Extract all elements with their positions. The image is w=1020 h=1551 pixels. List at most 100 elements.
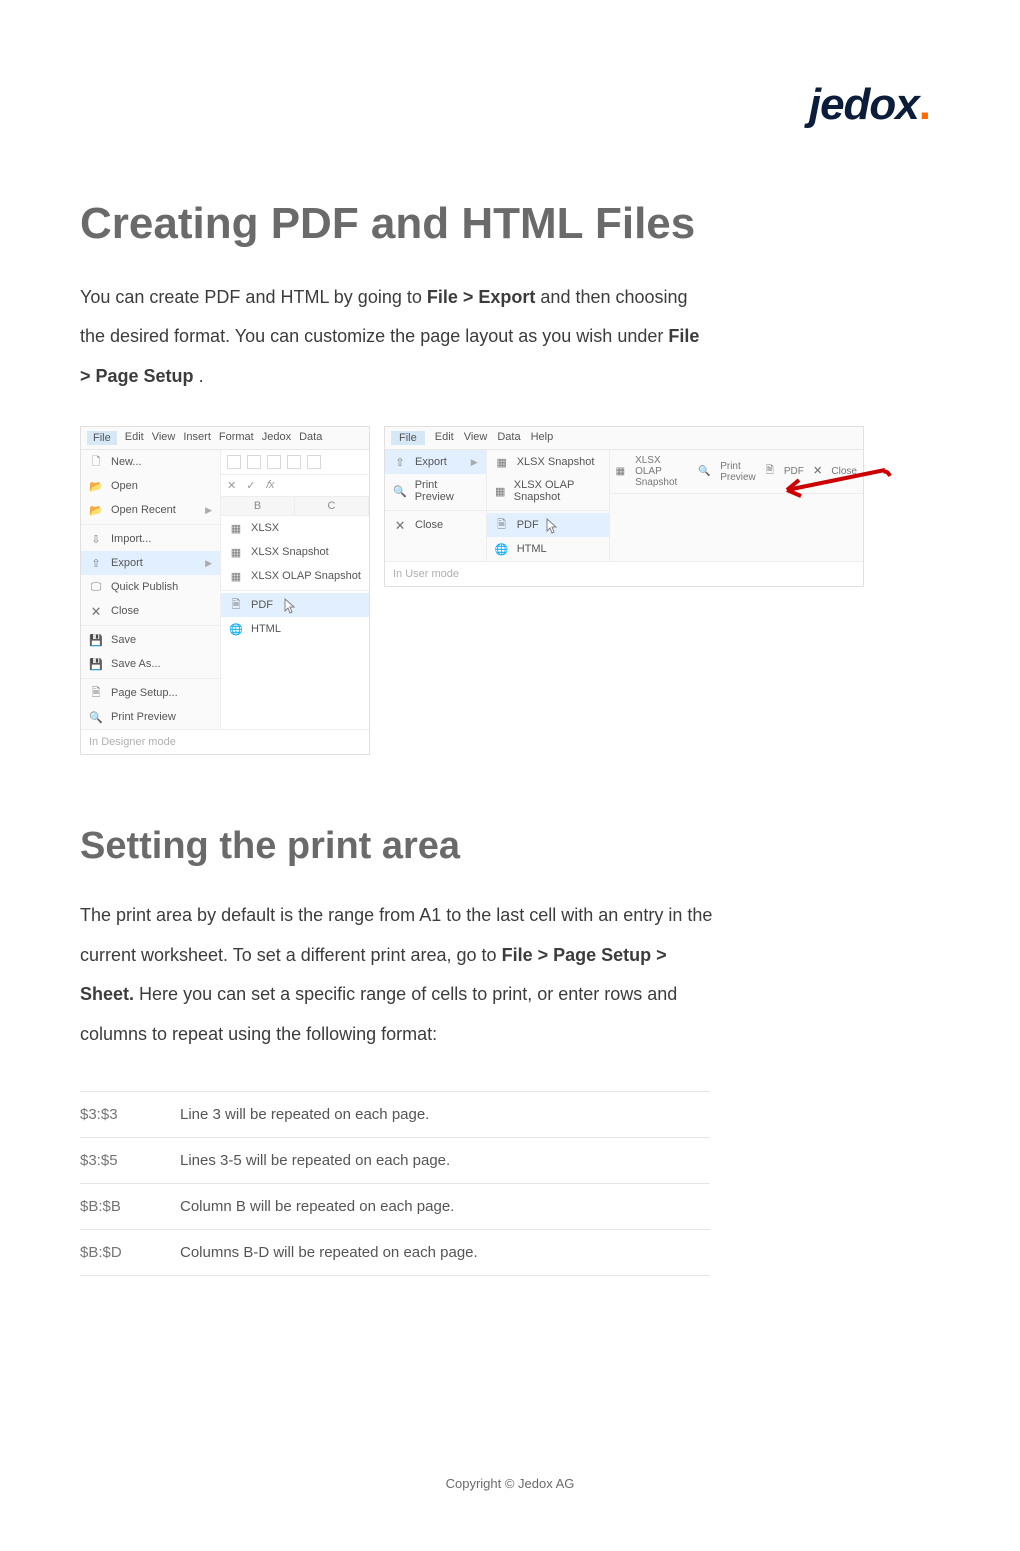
export-xlsx[interactable]: ▦XLSX [221, 516, 369, 540]
user-mode-label: In User mode [385, 561, 863, 586]
fx-accept-icon[interactable]: ✓ [246, 479, 255, 492]
toolbar-btn-1[interactable] [227, 455, 241, 469]
export-pdf[interactable]: 🗎 PDF [221, 593, 369, 617]
user-xlsx-snap[interactable]: ▦ XLSX Snapshot [487, 450, 609, 474]
user-menu-help[interactable]: Help [531, 431, 554, 445]
menu-open-recent-label: Open Recent [111, 504, 176, 516]
toolbar-btn-2[interactable] [247, 455, 261, 469]
menubar-insert[interactable]: Insert [183, 431, 211, 445]
toolbar-btn-4[interactable] [287, 455, 301, 469]
designer-file-menu: 🗋New... 📂Open 📂Open Recent▶ ⇩Import... ⇧… [81, 450, 221, 729]
pdf-icon: 🗎 [229, 598, 243, 612]
menu-new[interactable]: 🗋New... [81, 450, 220, 474]
para2-c: Here you can set a specific range of cel… [80, 984, 677, 1044]
menu-print-preview[interactable]: 🔍 Print Preview [81, 705, 220, 729]
user-export-submenu: ▦ XLSX Snapshot ▦XLSX OLAP Snapshot 🗎 PDF… [487, 450, 610, 561]
toolbar-btn-5[interactable] [307, 455, 321, 469]
menubar-data[interactable]: Data [299, 431, 322, 445]
user-toolbar-region: ▦XLSX OLAP Snapshot 🔍Print Preview 🗎PDF … [610, 450, 863, 561]
toolbar-btn-3[interactable] [267, 455, 281, 469]
html-icon-2: 🌐 [495, 542, 509, 556]
col-b[interactable]: B [221, 497, 295, 515]
save-icon: 💾 [89, 633, 103, 647]
menu-save[interactable]: 💾 Save [81, 628, 220, 652]
xlsx-snap-icon-2: ▦ [495, 455, 509, 469]
user-html[interactable]: 🌐 HTML [487, 537, 609, 561]
intro-paragraph: You can create PDF and HTML by going to … [80, 278, 700, 397]
user-menu-edit[interactable]: Edit [435, 431, 454, 445]
menu-import-label: Import... [111, 533, 151, 545]
row-key: $3:$3 [80, 1106, 180, 1123]
menu-open[interactable]: 📂Open [81, 474, 220, 498]
user-xlsx-olap[interactable]: ▦XLSX OLAP Snapshot [487, 474, 609, 508]
print-preview-icon: 🔍 [89, 710, 103, 724]
user-menu-data[interactable]: Data [497, 431, 520, 445]
open-icon: 📂 [89, 479, 103, 493]
menu-open-recent[interactable]: 📂Open Recent▶ [81, 498, 220, 522]
menubar-format[interactable]: Format [219, 431, 254, 445]
intro-text-e: . [199, 366, 204, 386]
user-pdf[interactable]: 🗎 PDF [487, 513, 609, 537]
menu-export-label: Export [111, 557, 143, 569]
table-row: $B:$B Column B will be repeated on each … [80, 1183, 710, 1229]
user-print-preview[interactable]: 🔍Print Preview [385, 474, 486, 508]
new-icon: 🗋 [89, 455, 103, 469]
row-key: $B:$D [80, 1244, 180, 1261]
menu-save-label: Save [111, 634, 136, 646]
close-icon-2: 🗙 [393, 518, 407, 532]
section-print-area-title: Setting the print area [80, 825, 940, 868]
user-print-preview-label: Print Preview [415, 479, 478, 503]
tb-print-preview-label[interactable]: Print Preview [720, 461, 756, 483]
logo-region: jedox. [80, 80, 940, 130]
tb-xlsx-olap-label[interactable]: XLSX OLAP Snapshot [635, 455, 688, 488]
designer-toolbar [221, 450, 369, 475]
user-menu-file[interactable]: File [391, 431, 425, 445]
page-setup-icon: 🗎 [89, 686, 103, 700]
menubar-file[interactable]: File [87, 431, 117, 445]
fx-icon[interactable]: 𝑓x [265, 479, 274, 492]
menu-save-as[interactable]: 💾Save As... [81, 652, 220, 676]
menu-page-setup[interactable]: 🗎 Page Setup... [81, 681, 220, 705]
menubar-jedox[interactable]: Jedox [262, 431, 291, 445]
user-export[interactable]: ⇧Export▶ [385, 450, 486, 474]
user-pdf-label: PDF [517, 519, 539, 531]
menu-page-setup-label: Page Setup... [111, 687, 178, 699]
user-html-label: HTML [517, 543, 547, 555]
tb-xlsx-olap-icon: ▦ [616, 466, 625, 478]
xlsx-olap-icon-2: ▦ [495, 484, 506, 498]
table-row: $3:$5 Lines 3-5 will be repeated on each… [80, 1137, 710, 1183]
cursor-icon [281, 597, 297, 615]
row-val: Columns B-D will be repeated on each pag… [180, 1244, 710, 1261]
user-xlsx-snap-label: XLSX Snapshot [517, 456, 595, 468]
export-submenu: ▦XLSX ▦XLSX Snapshot ▦XLSX OLAP Snapshot… [221, 516, 369, 641]
export-html[interactable]: 🌐HTML [221, 617, 369, 641]
close-doc-icon: 🗙 [89, 604, 103, 618]
menu-quick-publish-label: Quick Publish [111, 581, 178, 593]
user-menubar: File Edit View Data Help [385, 427, 863, 450]
menu-close[interactable]: 🗙 Close [81, 599, 220, 623]
user-menu-view[interactable]: View [464, 431, 488, 445]
section-print-area-paragraph: The print area by default is the range f… [80, 896, 720, 1054]
repeat-format-table: $3:$3 Line 3 will be repeated on each pa… [80, 1091, 710, 1276]
logo-text: jedox [809, 80, 919, 129]
screenshot-user: File Edit View Data Help ⇧Export▶ 🔍Print… [384, 426, 864, 587]
fx-cancel-icon[interactable]: ✕ [227, 479, 236, 492]
menu-import[interactable]: ⇩Import... [81, 527, 220, 551]
menu-quick-publish[interactable]: 🖵Quick Publish [81, 575, 220, 599]
user-close[interactable]: 🗙Close [385, 513, 486, 537]
intro-bold-1: File > Export [427, 287, 536, 307]
html-icon: 🌐 [229, 622, 243, 636]
menu-print-preview-label: Print Preview [111, 711, 176, 723]
export-xlsx-snapshot[interactable]: ▦XLSX Snapshot [221, 540, 369, 564]
menubar-view[interactable]: View [152, 431, 176, 445]
xlsx-olap-icon: ▦ [229, 569, 243, 583]
designer-right-panel: ✕ ✓ 𝑓x B C ▦XLSX ▦XLSX Snapshot ▦XLSX OL… [221, 450, 369, 729]
menu-export[interactable]: ⇧Export▶ [81, 551, 220, 575]
row-val: Lines 3-5 will be repeated on each page. [180, 1152, 710, 1169]
export-icon: ⇧ [89, 556, 103, 570]
formula-bar: ✕ ✓ 𝑓x [221, 475, 369, 497]
export-xlsx-olap[interactable]: ▦XLSX OLAP Snapshot [221, 564, 369, 588]
col-c[interactable]: C [295, 497, 369, 515]
menu-close-label: Close [111, 605, 139, 617]
menubar-edit[interactable]: Edit [125, 431, 144, 445]
